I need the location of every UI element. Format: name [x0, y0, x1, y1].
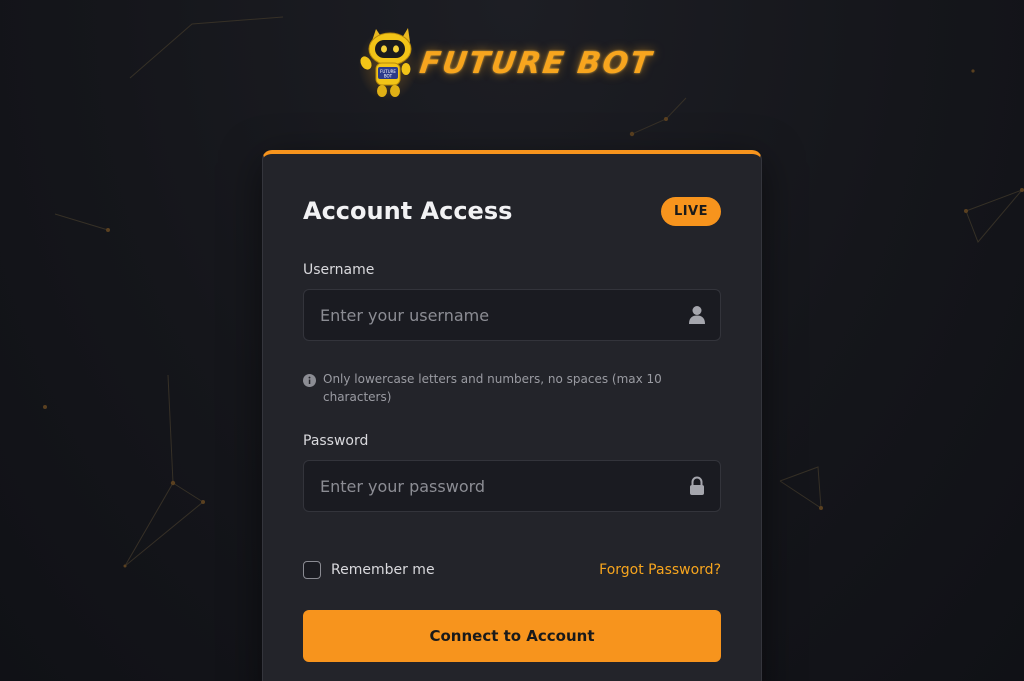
forgot-password-link[interactable]: Forgot Password?	[599, 562, 721, 578]
password-input[interactable]	[304, 461, 720, 511]
svg-text:BOT: BOT	[384, 74, 393, 79]
connect-account-button[interactable]: Connect to Account	[303, 610, 721, 662]
username-hint: Only lowercase letters and numbers, no s…	[303, 370, 721, 406]
user-icon	[689, 306, 705, 324]
lock-icon	[690, 476, 704, 495]
remember-row: Remember me Forgot Password?	[303, 559, 721, 581]
remember-me-label: Remember me	[331, 562, 435, 578]
page-title: Account Access	[303, 197, 513, 225]
password-field-wrapper	[303, 460, 721, 512]
hint-text: Only lowercase letters and numbers, no s…	[323, 372, 662, 404]
live-status-badge: LIVE	[660, 196, 721, 226]
remember-me-control[interactable]: Remember me	[303, 561, 435, 579]
username-field-wrapper	[303, 289, 721, 341]
card-header: Account Access LIVE	[303, 194, 721, 228]
brand-name: FUTURE BOT	[417, 45, 656, 81]
brand-logo: FUTURE BOT FUTURE BOT	[358, 24, 656, 102]
username-input[interactable]	[304, 290, 720, 340]
info-icon	[303, 374, 316, 387]
username-label: Username	[303, 262, 375, 278]
robot-mascot-icon: FUTURE BOT	[358, 25, 418, 101]
login-card: Account Access LIVE Username Only lowerc…	[262, 150, 762, 681]
password-label: Password	[303, 433, 369, 449]
remember-me-checkbox[interactable]	[303, 561, 321, 579]
